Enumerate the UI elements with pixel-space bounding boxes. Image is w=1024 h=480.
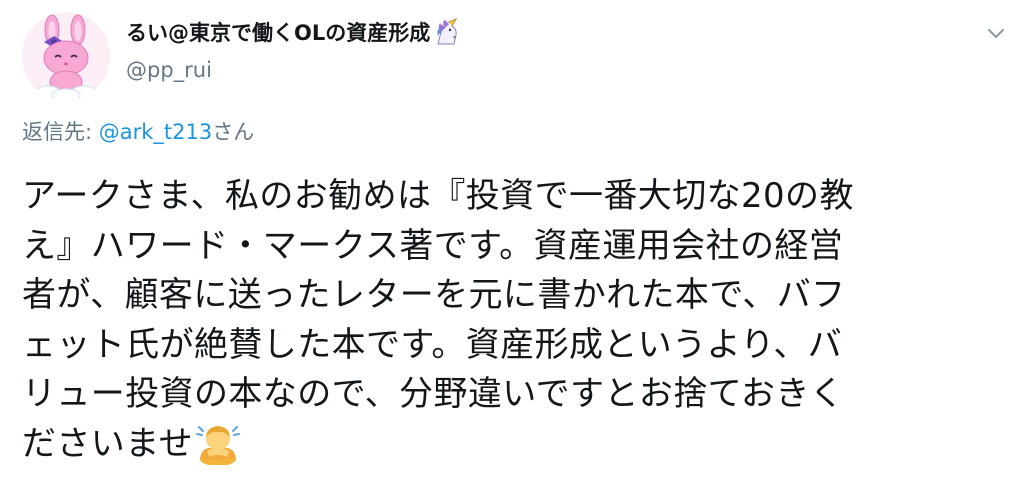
reply-suffix: さん (212, 120, 255, 144)
tweet-text-line: リュー投資の本なので、分野違いですとお捨ておきく (22, 374, 845, 414)
tweet-text-line: ださいませ (22, 423, 193, 464)
person-bowing-icon (195, 421, 241, 466)
tweet-text-line: 者が、顧客に送ったレターを元に書かれた本で、バフ (22, 275, 846, 315)
tweet-text-line: え』ハワード・マークス著です。資産運用会社の経営 (22, 225, 844, 266)
tweet-text-line: アークさま、私のお勧めは『投資で一番大切な20の教 (22, 176, 854, 216)
display-name-text: るい@東京で働くOLの資産形成 (126, 21, 431, 45)
tweet-text-line: ェット氏が絶賛した本です。資産形成というより、バ (22, 324, 843, 365)
user-handle[interactable]: @pp_rui (126, 56, 212, 84)
reply-context: 返信先: @ark_t213さん (22, 117, 254, 147)
unicorn-icon (432, 17, 462, 46)
chevron-down-icon[interactable] (983, 20, 1009, 46)
display-name[interactable]: るい@東京で働くOLの資産形成 (126, 17, 462, 48)
avatar[interactable] (22, 12, 110, 100)
reply-target-link[interactable]: @ark_t213 (99, 120, 212, 144)
pink-bunny-avatar (22, 12, 110, 100)
reply-prefix: 返信先: (22, 120, 99, 144)
tweet-text-last-line: ださいませ (22, 420, 1007, 470)
tweet-card: るい@東京で働くOLの資産形成 @pp_rui 返信先: @ark_t213さん… (0, 0, 1024, 480)
tweet-text: アークさま、私のお勧めは『投資で一番大切な20の教 え』ハワード・マークス著です… (22, 172, 1007, 469)
